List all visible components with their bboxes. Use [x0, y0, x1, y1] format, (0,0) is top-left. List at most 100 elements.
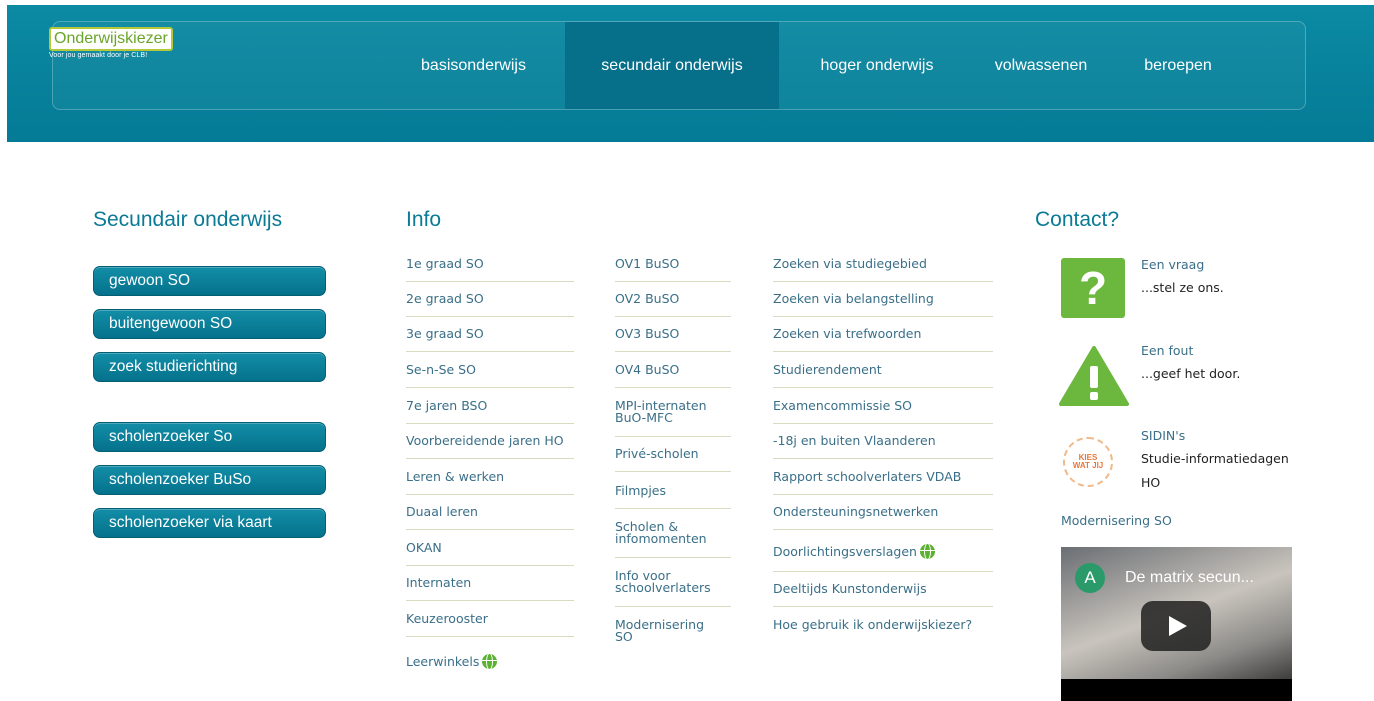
separator [773, 423, 993, 424]
link-examencommissie-so[interactable]: Examencommissie SO [773, 399, 912, 412]
warning-icon[interactable] [1059, 346, 1129, 406]
scholenzoeker-so-button[interactable]: scholenzoeker So [93, 422, 326, 452]
globe-icon [919, 544, 935, 559]
link-ondersteuningsnetwerken[interactable]: Ondersteuningsnetwerken [773, 505, 938, 518]
link-voorbereidende-jaren-ho[interactable]: Voorbereidende jaren HO [406, 434, 564, 447]
video-letterbox [1061, 679, 1292, 701]
separator [615, 316, 731, 317]
link-1e-graad-so[interactable]: 1e graad SO [406, 257, 484, 270]
video-embed[interactable]: A De matrix secun... [1061, 547, 1292, 701]
separator [615, 606, 731, 607]
separator [773, 387, 993, 388]
link-hoe-gebruik-onderwijskiezer[interactable]: Hoe gebruik ik onderwijskiezer? [773, 618, 972, 631]
contact-title: Contact? [1035, 208, 1120, 231]
scholenzoeker-via-kaart-button[interactable]: scholenzoeker via kaart [93, 508, 326, 538]
sidin-text: Studie-informatiedagen HO [1141, 451, 1289, 490]
link-modernisering-so-contact[interactable]: Modernisering SO [1061, 513, 1172, 528]
link-internaten[interactable]: Internaten [406, 576, 471, 589]
sidebar-title: Secundair onderwijs [93, 208, 283, 231]
separator [615, 508, 731, 509]
separator [406, 600, 574, 601]
link-info-voor-schoolverlaters[interactable]: Info voor schoolverlaters [615, 569, 711, 594]
scholenzoeker-buso-button[interactable]: scholenzoeker BuSo [93, 465, 326, 495]
link-duaal-leren[interactable]: Duaal leren [406, 505, 478, 518]
link-leren-en-werken[interactable]: Leren & werken [406, 470, 504, 483]
link-filmpjes[interactable]: Filmpjes [615, 484, 666, 497]
separator [406, 529, 574, 530]
link-ov1-buso[interactable]: OV1 BuSO [615, 257, 679, 270]
link-18j-buiten-vlaanderen[interactable]: -18j en buiten Vlaanderen [773, 434, 936, 447]
link-mpi-internaten[interactable]: MPI-internaten BuO-MFC [615, 399, 707, 424]
globe-icon [482, 654, 498, 669]
logo-wordmark: Onderwijskiezer [49, 27, 173, 51]
play-icon[interactable] [1141, 601, 1211, 651]
nav-basisonderwijs[interactable]: basisonderwijs [395, 22, 552, 109]
link-een-vraag[interactable]: Een vraag [1141, 257, 1204, 272]
link-ov2-buso[interactable]: OV2 BuSO [615, 292, 679, 305]
nav-beroepen[interactable]: beroepen [1123, 22, 1233, 109]
video-title[interactable]: De matrix secun... [1125, 569, 1254, 587]
separator [406, 316, 574, 317]
link-doorlichtingsverslagen[interactable]: Doorlichtingsverslagen [773, 544, 935, 559]
site-logo[interactable]: Onderwijskiezer Voor jou gemaakt door je… [49, 27, 203, 67]
separator [406, 281, 574, 282]
separator [406, 423, 574, 424]
question-text: ...stel ze ons. [1141, 280, 1224, 295]
separator [615, 281, 731, 282]
separator [406, 565, 574, 566]
zoek-studierichting-button[interactable]: zoek studierichting [93, 352, 326, 382]
separator [406, 458, 574, 459]
buitengewoon-so-button[interactable]: buitengewoon SO [93, 309, 326, 339]
question-mark-icon[interactable]: ? [1061, 258, 1125, 318]
link-ov3-buso[interactable]: OV3 BuSO [615, 327, 679, 340]
separator [773, 606, 993, 607]
link-zoeken-trefwoorden[interactable]: Zoeken via trefwoorden [773, 327, 921, 340]
link-studierendement[interactable]: Studierendement [773, 363, 882, 376]
separator [773, 571, 993, 572]
nav-hoger-onderwijs[interactable]: hoger onderwijs [793, 22, 961, 109]
separator [773, 494, 993, 495]
link-rapport-schoolverlaters-vdab[interactable]: Rapport schoolverlaters VDAB [773, 470, 961, 483]
link-scholen-infomomenten[interactable]: Scholen & infomomenten [615, 520, 707, 545]
separator [615, 351, 731, 352]
link-2e-graad-so[interactable]: 2e graad SO [406, 292, 484, 305]
separator [406, 494, 574, 495]
link-prive-scholen[interactable]: Privé-scholen [615, 447, 699, 460]
link-3e-graad-so[interactable]: 3e graad SO [406, 327, 484, 340]
separator [406, 387, 574, 388]
logo-tagline: Voor jou gemaakt door je CLB! [49, 52, 148, 59]
link-se-n-se-so[interactable]: Se-n-Se SO [406, 363, 476, 376]
gewoon-so-button[interactable]: gewoon SO [93, 266, 326, 296]
link-7e-jaren-bso[interactable]: 7e jaren BSO [406, 399, 487, 412]
channel-avatar[interactable]: A [1075, 563, 1105, 593]
separator [773, 458, 993, 459]
link-zoeken-studiegebied[interactable]: Zoeken via studiegebied [773, 257, 927, 270]
nav-panel: basisonderwijs secundair onderwijs hoger… [52, 21, 1306, 110]
separator [773, 281, 993, 282]
separator [773, 529, 993, 530]
separator [615, 471, 731, 472]
link-een-fout[interactable]: Een fout [1141, 343, 1193, 358]
separator [615, 557, 731, 558]
link-sidins[interactable]: SIDIN's [1141, 428, 1185, 443]
separator [773, 316, 993, 317]
link-deeltijds-kunstonderwijs[interactable]: Deeltijds Kunstonderwijs [773, 582, 927, 595]
link-leerwinkels-label: Leerwinkels [406, 654, 480, 669]
link-okan[interactable]: OKAN [406, 541, 442, 554]
separator [406, 636, 574, 637]
nav-volwassenen[interactable]: volwassenen [973, 22, 1109, 109]
link-modernisering-so[interactable]: Modernisering SO [615, 618, 704, 643]
link-ov4-buso[interactable]: OV4 BuSO [615, 363, 679, 376]
header: basisonderwijs secundair onderwijs hoger… [7, 5, 1374, 142]
sidin-badge-text: KIES WAT JIJ [1072, 453, 1104, 470]
link-leerwinkels[interactable]: Leerwinkels [406, 654, 498, 669]
nav-secundair-onderwijs[interactable]: secundair onderwijs [565, 22, 779, 109]
info-title: Info [406, 208, 442, 231]
link-keuzerooster[interactable]: Keuzerooster [406, 612, 488, 625]
sidin-badge-icon[interactable]: KIES WAT JIJ [1063, 437, 1113, 487]
error-text: ...geef het door. [1141, 366, 1241, 381]
separator [615, 436, 731, 437]
separator [406, 351, 574, 352]
link-zoeken-belangstelling[interactable]: Zoeken via belangstelling [773, 292, 934, 305]
link-doorlichtingsverslagen-label: Doorlichtingsverslagen [773, 544, 917, 559]
